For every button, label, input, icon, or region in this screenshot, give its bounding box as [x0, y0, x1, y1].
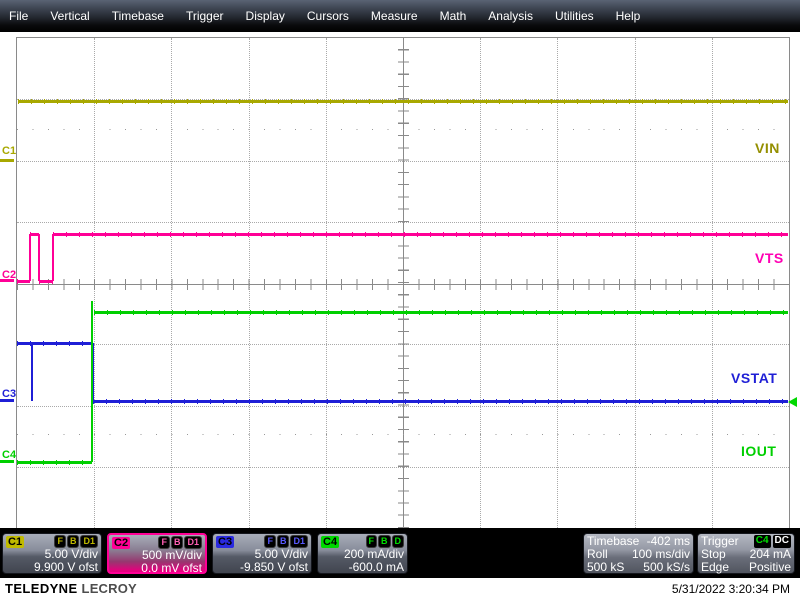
menu-trigger[interactable]: Trigger	[186, 9, 224, 23]
status-bar: C1 F B D1 5.00 V/div 9.900 V ofst C2 F B…	[0, 528, 800, 578]
c3-badge: C3	[216, 536, 234, 548]
c4-trace	[17, 460, 92, 465]
c3-descriptor-box[interactable]: C3 F B D1 5.00 V/div -9.850 V ofst	[212, 533, 312, 574]
c1-zero-marker[interactable]	[0, 159, 14, 162]
c2-offset: 0.0 mV ofst	[112, 562, 202, 575]
c2-trace	[52, 234, 54, 281]
menu-measure[interactable]: Measure	[371, 9, 418, 23]
c1-badge: C1	[6, 536, 24, 548]
menu-timebase[interactable]: Timebase	[112, 9, 164, 23]
menu-file[interactable]: File	[9, 9, 28, 23]
c2-trace-label: VTS	[755, 250, 784, 266]
teledyne-lecroy-logo: TELEDYNELECROY	[5, 581, 137, 596]
c2-badge: C2	[112, 537, 130, 549]
c3-zero-marker[interactable]	[0, 399, 14, 402]
c1-axis-label[interactable]: C1	[2, 145, 16, 157]
waveform-area: C1 C2 C3 C4 VIN VTS VSTAT IOUT	[0, 32, 800, 528]
trigger-box[interactable]: Trigger C4 DC Stop 204 mA Edge Positive	[697, 533, 795, 574]
datetime: 5/31/2022 3:20:34 PM	[672, 582, 790, 596]
timebase-samples: 500 kS	[587, 561, 624, 574]
oscilloscope-screen: File Vertical Timebase Trigger Display C…	[0, 0, 800, 600]
c3-trace	[31, 343, 33, 401]
trigger-level-marker[interactable]	[788, 397, 797, 407]
c1-offset: 9.900 V ofst	[6, 561, 98, 574]
trigger-slope: Positive	[749, 561, 791, 574]
c2-trace	[29, 234, 31, 281]
menu-help[interactable]: Help	[616, 9, 641, 23]
trigger-type: Edge	[701, 561, 729, 574]
c2-trace	[53, 232, 788, 237]
menu-utilities[interactable]: Utilities	[555, 9, 594, 23]
menu-math[interactable]: Math	[440, 9, 467, 23]
c3-trace-label: VSTAT	[731, 370, 777, 386]
c4-trace	[94, 310, 788, 315]
c4-badge: C4	[321, 536, 339, 548]
c4-zero-marker[interactable]	[0, 460, 14, 463]
minor-tick-row	[17, 129, 789, 130]
c3-trace	[17, 341, 93, 346]
minor-tick-row	[17, 434, 789, 435]
c2-trace	[38, 234, 40, 281]
menu-vertical[interactable]: Vertical	[50, 9, 89, 23]
timebase-rate: 500 kS/s	[643, 561, 690, 574]
graticule	[16, 37, 790, 529]
c4-trace-label: IOUT	[741, 443, 776, 459]
c1-trace	[18, 99, 788, 104]
y-axis-line	[403, 38, 404, 528]
c2-trace	[39, 279, 53, 284]
c3-trace	[93, 399, 788, 404]
c1-trace-label: VIN	[755, 140, 780, 156]
footer: TELEDYNELECROY 5/31/2022 3:20:34 PM	[0, 578, 800, 600]
menu-analysis[interactable]: Analysis	[488, 9, 533, 23]
menu-display[interactable]: Display	[246, 9, 285, 23]
timebase-box[interactable]: Timebase -402 ms Roll 100 ms/div 500 kS …	[583, 533, 694, 574]
menu-bar: File Vertical Timebase Trigger Display C…	[0, 0, 800, 32]
c1-descriptor-box[interactable]: C1 F B D1 5.00 V/div 9.900 V ofst	[2, 533, 102, 574]
menu-cursors[interactable]: Cursors	[307, 9, 349, 23]
c3-offset: -9.850 V ofst	[216, 561, 308, 574]
c4-trace	[91, 301, 93, 462]
c2-zero-marker[interactable]	[0, 279, 14, 282]
c4-descriptor-box[interactable]: C4 F B D 200 mA/div -600.0 mA	[317, 533, 408, 574]
c4-offset: -600.0 mA	[321, 561, 404, 574]
c2-descriptor-box[interactable]: C2 F B D1 500 mV/div 0.0 mV ofst	[107, 533, 207, 574]
